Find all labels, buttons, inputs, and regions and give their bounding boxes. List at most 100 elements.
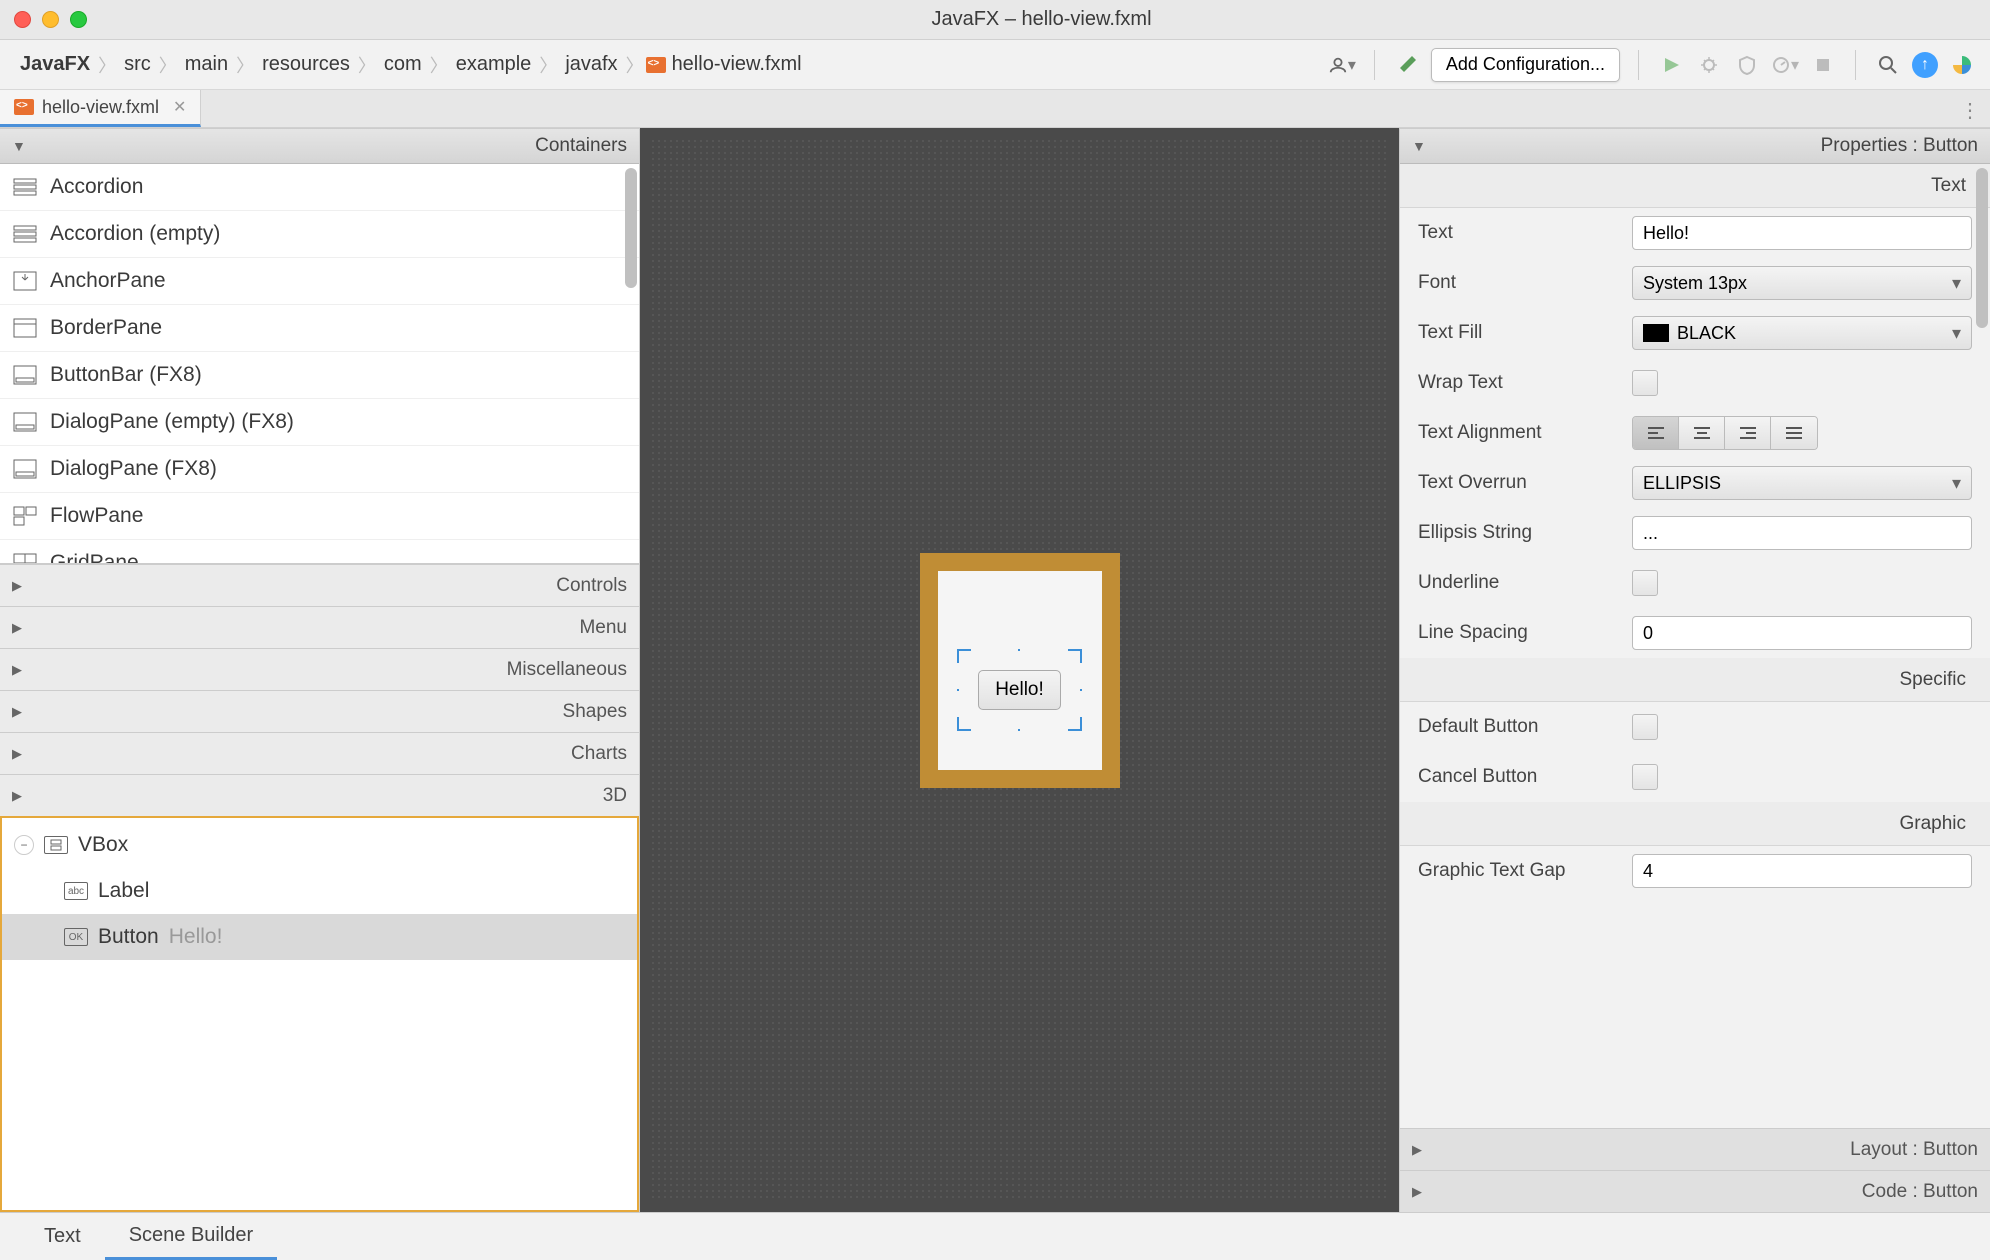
library-section-3d[interactable]: ▶3D [0, 774, 639, 816]
align-center-button[interactable] [1679, 417, 1725, 449]
vbox-icon [44, 836, 68, 854]
prop-check-default-btn[interactable] [1632, 714, 1658, 740]
canvas-vbox[interactable]: Hello! [920, 553, 1120, 788]
hierarchy-node-label: Button [98, 925, 159, 949]
hierarchy-panel[interactable]: − VBox abc Label OK Button Hello! [0, 816, 639, 1212]
tabs-menu-icon[interactable]: ⋮ [1960, 98, 1980, 123]
prop-label-align: Text Alignment [1418, 422, 1618, 444]
file-tab-active[interactable]: hello-view.fxml ✕ [0, 90, 201, 127]
breadcrumb-item[interactable]: example [450, 53, 538, 76]
breadcrumb-item[interactable]: src [118, 53, 157, 76]
library-section-menu[interactable]: ▶Menu [0, 606, 639, 648]
user-dropdown-icon[interactable]: ▾ [1328, 51, 1356, 79]
align-justify-button[interactable] [1771, 417, 1817, 449]
prop-input-ellipsis[interactable] [1632, 516, 1972, 550]
library-section-controls[interactable]: ▶Controls [0, 564, 639, 606]
library-item-flowpane[interactable]: FlowPane [0, 493, 639, 540]
prop-check-underline[interactable] [1632, 570, 1658, 596]
inspector-panel: ▼ Properties : Button Text Text FontSyst… [1400, 128, 1990, 1212]
tree-expand-icon[interactable]: − [14, 835, 34, 855]
selection-handle[interactable] [1068, 689, 1082, 691]
design-canvas[interactable]: Hello! [640, 128, 1400, 1212]
breadcrumb-item[interactable]: main [179, 53, 234, 76]
prop-combo-overrun[interactable]: ELLIPSIS [1632, 466, 1972, 500]
bottom-tab-scene-builder[interactable]: Scene Builder [105, 1213, 278, 1260]
library-item-gridpane[interactable]: GridPane [0, 540, 639, 564]
breadcrumb[interactable]: JavaFX 〉 src 〉 main 〉 resources 〉 com 〉 … [14, 52, 808, 78]
scrollbar-thumb[interactable] [1976, 168, 1988, 328]
scrollbar-thumb[interactable] [625, 168, 637, 288]
selection-handle[interactable] [957, 717, 971, 731]
library-item-anchorpane[interactable]: AnchorPane [0, 258, 639, 305]
update-icon[interactable]: ↑ [1912, 52, 1938, 78]
library-section-misc[interactable]: ▶Miscellaneous [0, 648, 639, 690]
library-item-dialogpane[interactable]: DialogPane (FX8) [0, 446, 639, 493]
properties-header[interactable]: ▼ Properties : Button [1400, 128, 1990, 164]
containers-list[interactable]: Accordion Accordion (empty) AnchorPane B… [0, 164, 639, 564]
jetbrains-toolbox-icon[interactable] [1948, 51, 1976, 79]
prop-check-cancel-btn[interactable] [1632, 764, 1658, 790]
hierarchy-node-label[interactable]: abc Label [2, 868, 637, 914]
run-icon[interactable] [1657, 51, 1685, 79]
prop-group-specific: Specific [1400, 658, 1990, 702]
selection-handle[interactable] [957, 689, 971, 691]
breadcrumb-item[interactable]: com [378, 53, 428, 76]
library-section-shapes[interactable]: ▶Shapes [0, 690, 639, 732]
align-left-button[interactable] [1633, 417, 1679, 449]
breadcrumb-file[interactable]: hello-view.fxml [666, 53, 808, 76]
debug-icon[interactable] [1695, 51, 1723, 79]
stop-icon[interactable] [1809, 51, 1837, 79]
selection-handle[interactable] [1018, 717, 1020, 731]
prop-label-graphic-gap: Graphic Text Gap [1418, 860, 1618, 882]
prop-label-ellipsis: Ellipsis String [1418, 522, 1618, 544]
canvas-hello-button[interactable]: Hello! [978, 670, 1061, 710]
code-section-header[interactable]: ▶Code : Button [1400, 1170, 1990, 1212]
prop-label-wrap: Wrap Text [1418, 372, 1618, 394]
profiler-icon[interactable]: ▾ [1771, 51, 1799, 79]
search-icon[interactable] [1874, 51, 1902, 79]
layout-section-header[interactable]: ▶Layout : Button [1400, 1128, 1990, 1170]
prop-group-text: Text [1400, 164, 1990, 208]
library-item-accordion-empty[interactable]: Accordion (empty) [0, 211, 639, 258]
prop-input-linespacing[interactable] [1632, 616, 1972, 650]
prop-combo-textfill[interactable]: BLACK [1632, 316, 1972, 350]
coverage-icon[interactable] [1733, 51, 1761, 79]
align-right-button[interactable] [1725, 417, 1771, 449]
collapse-arrow-icon[interactable]: ▼ [12, 138, 26, 154]
selection-handle[interactable] [957, 649, 971, 663]
library-item-borderpane[interactable]: BorderPane [0, 305, 639, 352]
collapse-arrow-icon[interactable]: ▼ [1412, 138, 1426, 154]
selection-handle[interactable] [1068, 717, 1082, 731]
hierarchy-root-vbox[interactable]: − VBox [2, 822, 637, 868]
bottom-tab-text[interactable]: Text [20, 1213, 105, 1260]
hierarchy-node-button[interactable]: OK Button Hello! [2, 914, 637, 960]
prop-check-wrap[interactable] [1632, 370, 1658, 396]
breadcrumb-project[interactable]: JavaFX [14, 53, 96, 76]
breadcrumb-item[interactable]: javafx [559, 53, 623, 76]
breadcrumb-item[interactable]: resources [256, 53, 356, 76]
traffic-light-close[interactable] [14, 11, 31, 28]
file-tab-label: hello-view.fxml [42, 97, 159, 118]
library-item-accordion[interactable]: Accordion [0, 164, 639, 211]
color-swatch [1643, 324, 1669, 342]
traffic-light-minimize[interactable] [42, 11, 59, 28]
hammer-build-icon[interactable] [1393, 51, 1421, 79]
editor-mode-tabs: Text Scene Builder [0, 1212, 1990, 1260]
text-align-group [1632, 416, 1818, 450]
selection-handle[interactable] [1018, 649, 1020, 663]
library-panel: ▼ Containers Accordion Accordion (empty)… [0, 128, 640, 1212]
add-configuration-button[interactable]: Add Configuration... [1431, 48, 1620, 82]
close-tab-icon[interactable]: ✕ [173, 97, 186, 117]
selection-handle[interactable] [1068, 649, 1082, 663]
library-item-buttonbar[interactable]: ButtonBar (FX8) [0, 352, 639, 399]
library-containers-header[interactable]: ▼ Containers [0, 128, 639, 164]
prop-input-text[interactable] [1632, 216, 1972, 250]
prop-combo-font[interactable]: System 13px [1632, 266, 1972, 300]
window-title: JavaFX – hello-view.fxml [107, 8, 1976, 31]
prop-input-graphic-gap[interactable] [1632, 854, 1972, 888]
traffic-light-fullscreen[interactable] [70, 11, 87, 28]
prop-label-font: Font [1418, 272, 1618, 294]
library-item-dialogpane-empty[interactable]: DialogPane (empty) (FX8) [0, 399, 639, 446]
hierarchy-node-label: Label [98, 879, 149, 903]
library-section-charts[interactable]: ▶Charts [0, 732, 639, 774]
